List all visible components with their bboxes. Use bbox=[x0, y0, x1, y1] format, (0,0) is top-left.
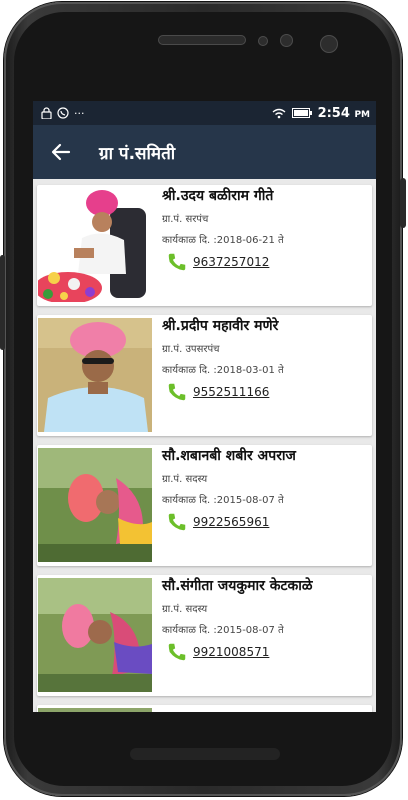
member-card[interactable]: श्री.उदय बळीराम गीते ग्रा.पं. सरपंच कार्… bbox=[37, 185, 372, 306]
power-button bbox=[400, 178, 406, 228]
arrow-left-icon[interactable] bbox=[49, 140, 73, 164]
clock-time: 2:54 bbox=[317, 105, 350, 121]
phone-number[interactable]: 9637257012 bbox=[193, 255, 269, 269]
member-photo bbox=[38, 448, 152, 562]
phone-number[interactable]: 9922565961 bbox=[193, 515, 269, 529]
call-button[interactable]: 9552511166 bbox=[162, 381, 372, 403]
status-bar: ··· 2:54 PM bbox=[33, 101, 376, 125]
earpiece-speaker bbox=[158, 35, 246, 45]
bottom-speaker bbox=[130, 748, 280, 760]
front-camera bbox=[320, 35, 338, 53]
call-button[interactable]: 9922565961 bbox=[162, 511, 372, 533]
sensor-dot bbox=[258, 36, 268, 46]
member-photo bbox=[38, 188, 152, 302]
call-button[interactable]: 9637257012 bbox=[162, 251, 372, 273]
lock-icon bbox=[41, 107, 52, 119]
member-tenure: कार्यकाळ दि. :2015-08-07 ते bbox=[162, 495, 284, 506]
member-name: श्री.उदय बळीराम गीते bbox=[162, 188, 274, 204]
member-role: ग्रा.पं. उपसरपंच bbox=[162, 344, 220, 355]
page-title: ग्रा पं.समिती bbox=[99, 143, 176, 164]
member-name: सौ.शबानबी शबीर अपराज bbox=[162, 448, 296, 464]
phone-icon bbox=[168, 383, 186, 401]
overflow-notifications: ··· bbox=[74, 106, 85, 120]
call-button[interactable]: 9921008571 bbox=[162, 641, 372, 663]
member-list: श्री.उदय बळीराम गीते ग्रा.पं. सरपंच कार्… bbox=[33, 179, 376, 712]
member-name: श्री.प्रदीप महावीर मणेरे bbox=[162, 318, 279, 334]
member-card-partial[interactable] bbox=[37, 705, 372, 712]
member-photo bbox=[38, 318, 152, 432]
battery-icon bbox=[291, 108, 312, 118]
app-bar: ग्रा पं.समिती bbox=[33, 125, 376, 179]
member-tenure: कार्यकाळ दि. :2018-06-21 ते bbox=[162, 235, 284, 246]
member-role: ग्रा.पं. सदस्य bbox=[162, 604, 208, 615]
member-tenure: कार्यकाळ दि. :2018-03-01 ते bbox=[162, 365, 284, 376]
phone-icon bbox=[168, 643, 186, 661]
phone-number[interactable]: 9921008571 bbox=[193, 645, 269, 659]
wifi-icon bbox=[272, 108, 286, 118]
screen: ··· 2:54 PM ग्रा पं.समिती श्री.उदय बळीरा… bbox=[33, 101, 376, 712]
member-name: सौ.संगीता जयकुमार केटकाळे bbox=[162, 578, 313, 594]
phone-icon bbox=[168, 253, 186, 271]
member-photo bbox=[38, 578, 152, 692]
member-card[interactable]: सौ.संगीता जयकुमार केटकाळे ग्रा.पं. सदस्य… bbox=[37, 575, 372, 696]
member-tenure: कार्यकाळ दि. :2015-08-07 ते bbox=[162, 625, 284, 636]
phone-number[interactable]: 9552511166 bbox=[193, 385, 269, 399]
sensor-dot bbox=[280, 34, 293, 47]
member-card[interactable]: सौ.शबानबी शबीर अपराज ग्रा.पं. सदस्य कार्… bbox=[37, 445, 372, 566]
volume-button bbox=[0, 255, 5, 350]
member-role: ग्रा.पं. सरपंच bbox=[162, 214, 209, 225]
whatsapp-icon bbox=[57, 107, 69, 119]
clock-ampm: PM bbox=[354, 109, 370, 120]
member-card[interactable]: श्री.प्रदीप महावीर मणेरे ग्रा.पं. उपसरपं… bbox=[37, 315, 372, 436]
phone-icon bbox=[168, 513, 186, 531]
member-photo bbox=[38, 708, 152, 712]
member-role: ग्रा.पं. सदस्य bbox=[162, 474, 208, 485]
